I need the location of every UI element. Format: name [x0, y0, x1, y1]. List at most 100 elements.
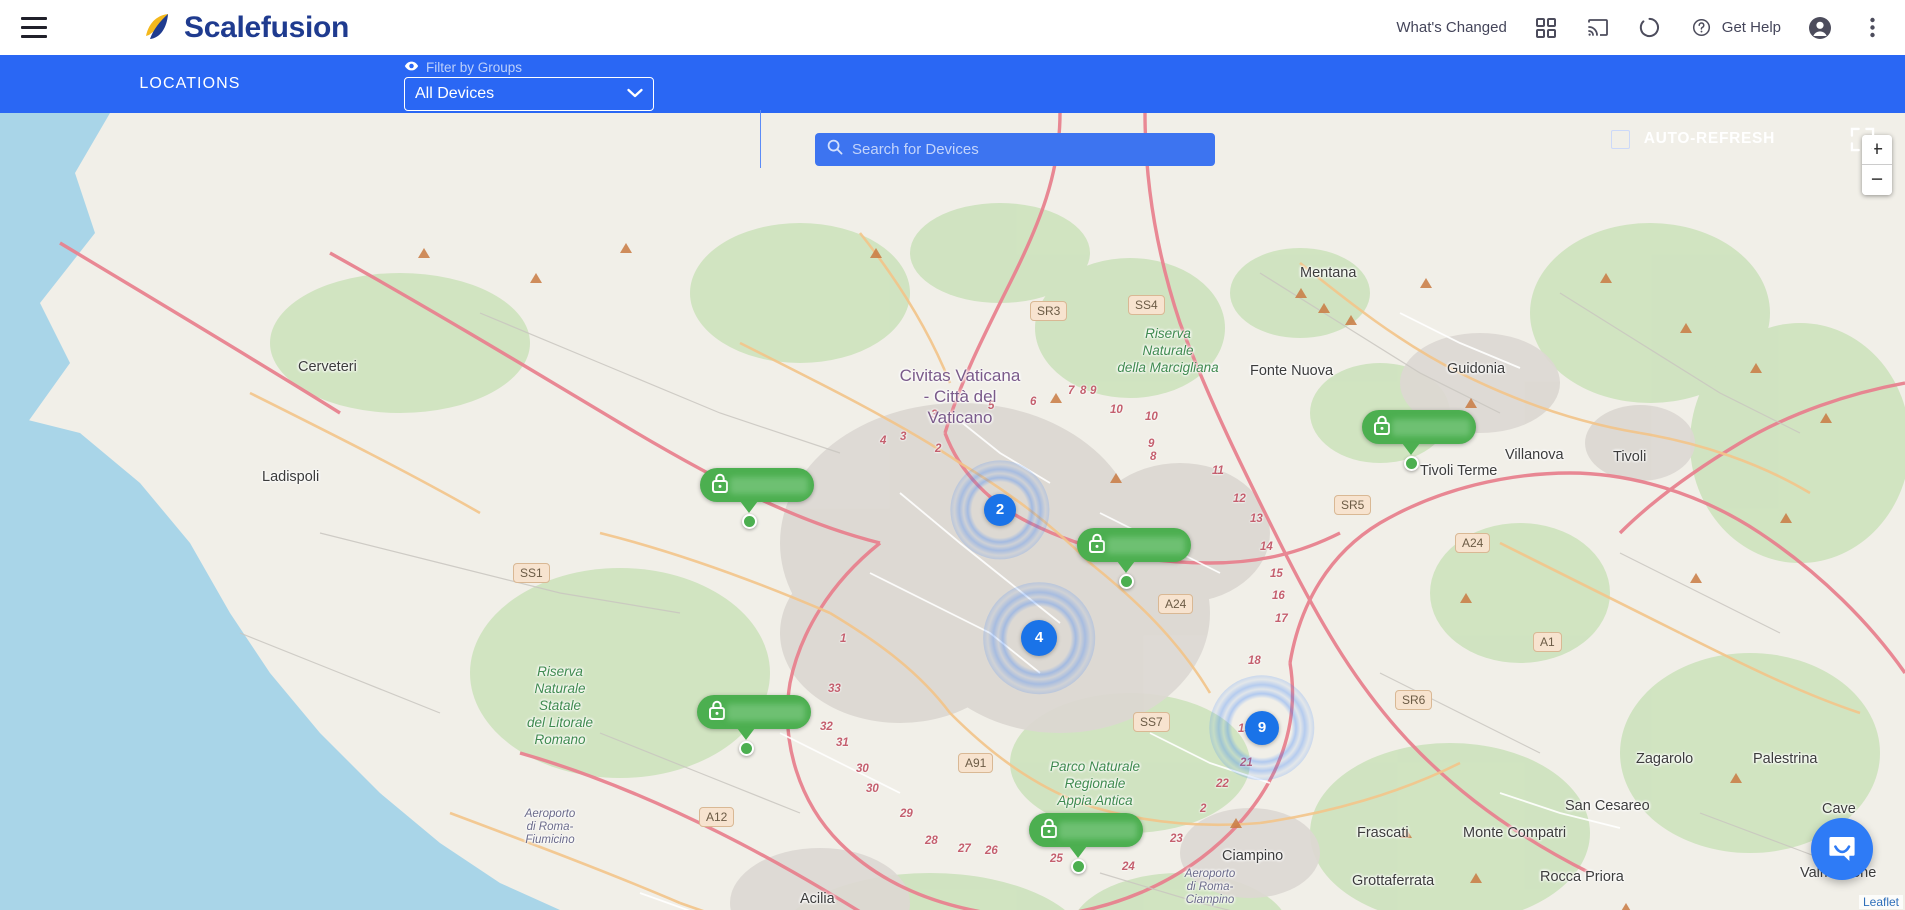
highway-exit-number: 14	[1260, 541, 1273, 553]
cast-screen-icon[interactable]	[1585, 15, 1611, 41]
peak-marker-icon	[1345, 315, 1357, 325]
marker-anchor-dot	[1403, 456, 1419, 471]
highway-exit-number: 31	[836, 737, 849, 749]
highway-exit-number: 11	[1212, 465, 1224, 477]
device-marker-label	[1059, 821, 1137, 839]
peak-marker-icon	[1050, 393, 1062, 403]
highway-exit-number: 13	[1250, 513, 1263, 525]
device-marker[interactable]	[1029, 813, 1143, 874]
road-shield-label: SR6	[1395, 690, 1433, 710]
device-marker[interactable]	[700, 468, 814, 529]
leaflet-map[interactable]: Cerveteri Ladispoli Mentana Fonte Nuova Guid…	[0, 113, 1905, 910]
peak-marker-icon	[1680, 323, 1692, 333]
highway-exit-number: 28	[925, 835, 938, 847]
whats-changed-link[interactable]: What's Changed	[1396, 19, 1506, 36]
marker-tail	[1402, 443, 1420, 455]
lock-icon	[1087, 532, 1107, 559]
marker-tail	[1069, 846, 1087, 858]
road-shield-label: A24	[1158, 594, 1194, 614]
peak-marker-icon	[1110, 473, 1122, 483]
device-cluster-marker[interactable]: 4	[983, 582, 1095, 694]
highway-exit-number: 18	[1248, 655, 1261, 667]
device-marker[interactable]	[1362, 410, 1476, 471]
device-marker[interactable]	[1077, 528, 1191, 589]
highway-exit-number: 8	[1080, 385, 1087, 397]
device-marker-pill[interactable]	[1077, 528, 1191, 562]
zoom-out-button[interactable]: −	[1862, 165, 1892, 195]
device-marker-pill[interactable]	[1029, 813, 1143, 847]
highway-exit-number: 1	[840, 633, 847, 645]
highway-exit-number: 3	[900, 431, 907, 443]
lock-icon	[707, 699, 727, 726]
fullscreen-expand-icon[interactable]	[1850, 110, 1875, 168]
header-actions: What's Changed Get Help	[1396, 15, 1905, 41]
eye-icon	[404, 60, 419, 75]
highway-exit-number: 26	[985, 845, 998, 857]
highway-exit-number: 32	[820, 721, 833, 733]
highway-exit-number: 7	[1068, 385, 1075, 397]
toolbar-divider	[760, 110, 761, 168]
lock-icon	[1372, 414, 1392, 441]
cluster-count-badge[interactable]: 2	[983, 493, 1016, 526]
road-shield-label: A24	[1455, 533, 1491, 553]
marker-tail	[1117, 561, 1135, 573]
leaflet-attribution[interactable]: Leaflet	[1858, 895, 1903, 909]
road-shield-label: SS1	[513, 563, 550, 583]
device-marker[interactable]	[697, 695, 811, 756]
peak-marker-icon	[1295, 288, 1307, 298]
road-shield-label: SS7	[1133, 712, 1170, 732]
filter-groups-select[interactable]: All Devices	[404, 77, 654, 111]
highway-exit-number: 8	[1150, 451, 1157, 463]
get-help-button[interactable]: Get Help	[1689, 15, 1781, 41]
cluster-count-badge[interactable]: 4	[1020, 619, 1057, 656]
device-cluster-marker[interactable]: 2	[950, 460, 1050, 560]
highway-exit-number: 12	[1233, 493, 1246, 505]
highway-exit-number: 30	[856, 763, 869, 775]
peak-marker-icon	[1730, 773, 1742, 783]
brand-logo-area[interactable]: Scalefusion	[140, 11, 349, 45]
highway-exit-number: 17	[1275, 613, 1288, 625]
peak-marker-icon	[1470, 873, 1482, 883]
tab-locations[interactable]: LOCATIONS	[0, 55, 380, 113]
grid-apps-icon[interactable]	[1533, 15, 1559, 41]
brand-name: Scalefusion	[184, 10, 350, 44]
device-marker-pill[interactable]	[1362, 410, 1476, 444]
lock-icon	[1039, 817, 1059, 844]
highway-exit-number: 16	[1272, 590, 1285, 602]
device-marker-label	[1392, 418, 1470, 436]
peak-marker-icon	[1465, 398, 1477, 408]
device-marker-pill[interactable]	[697, 695, 811, 729]
highway-exit-number: 29	[900, 808, 913, 820]
search-input[interactable]	[852, 141, 1203, 158]
map-tiles: Cerveteri Ladispoli Mentana Fonte Nuova Guid…	[0, 113, 1905, 910]
highway-exit-number: 33	[828, 683, 841, 695]
highway-exit-number: 6	[1030, 396, 1037, 408]
hamburger-menu-icon[interactable]	[14, 8, 54, 48]
highway-exit-number: 10	[1145, 411, 1158, 423]
marker-anchor-dot	[738, 741, 754, 756]
device-marker-label	[730, 476, 808, 494]
question-circle-icon	[1689, 15, 1715, 41]
search-devices-box[interactable]	[815, 133, 1215, 166]
chat-bubble-icon[interactable]	[1811, 818, 1873, 880]
auto-refresh-checkbox[interactable]	[1610, 129, 1630, 149]
highway-exit-number: 5	[988, 400, 995, 412]
kebab-menu-icon[interactable]	[1859, 15, 1885, 41]
loading-spinner-icon[interactable]	[1637, 15, 1663, 41]
highway-exit-number: 3	[931, 409, 938, 421]
lock-icon	[710, 472, 730, 499]
auto-refresh-toggle[interactable]: AUTO-REFRESH	[1610, 110, 1775, 168]
account-circle-icon[interactable]	[1807, 15, 1833, 41]
road-shield-label: A12	[699, 807, 735, 827]
chevron-down-icon	[627, 85, 643, 103]
highway-exit-number: 30	[866, 783, 879, 795]
device-cluster-marker[interactable]: 9	[1209, 675, 1315, 781]
cluster-count-badge[interactable]: 9	[1244, 710, 1279, 745]
road-shield-label: SR5	[1334, 495, 1372, 515]
device-marker-pill[interactable]	[700, 468, 814, 502]
scalefusion-logo-icon	[140, 11, 174, 45]
peak-marker-icon	[1780, 513, 1792, 523]
peak-marker-icon	[1460, 593, 1472, 603]
peak-marker-icon	[1600, 273, 1612, 283]
peak-marker-icon	[1420, 278, 1432, 288]
